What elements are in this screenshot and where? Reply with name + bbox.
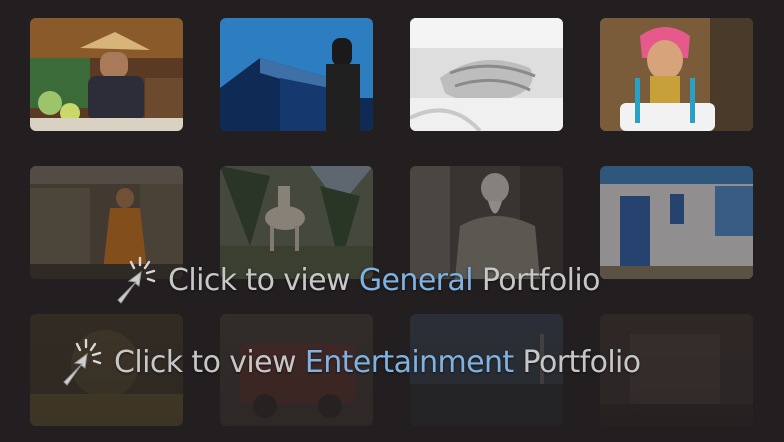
thumbnail-photo xyxy=(410,18,563,131)
thumbnail-photo xyxy=(600,18,753,131)
entertainment-portfolio-label: Click to view Entertainment Portfolio xyxy=(114,345,641,380)
gallery-thumbnail[interactable] xyxy=(600,166,753,279)
gallery-thumbnail[interactable] xyxy=(410,18,563,131)
link-suffix-text: Portfolio xyxy=(472,262,601,298)
gallery-thumbnail[interactable] xyxy=(220,18,373,131)
link-highlight-text: General xyxy=(358,262,474,298)
general-portfolio-link[interactable]: Click to view General Portfolio xyxy=(110,254,600,306)
gallery-thumbnail[interactable] xyxy=(30,18,183,131)
entertainment-portfolio-link[interactable]: Click to view Entertainment Portfolio xyxy=(56,336,641,388)
portfolio-chooser: Click to view General Portfolio Click to… xyxy=(0,0,784,442)
link-suffix-text: Portfolio xyxy=(513,344,642,380)
general-portfolio-label: Click to view General Portfolio xyxy=(168,263,600,298)
click-cursor-icon xyxy=(56,336,110,388)
thumbnail-photo xyxy=(600,166,753,279)
link-highlight-text: Entertainment xyxy=(304,344,514,380)
click-cursor-icon xyxy=(110,254,164,306)
thumbnail-photo xyxy=(30,18,183,131)
link-prefix-text: Click to view xyxy=(114,344,305,380)
thumbnail-photo xyxy=(220,18,373,131)
link-prefix-text: Click to view xyxy=(168,262,359,298)
gallery-thumbnail[interactable] xyxy=(600,18,753,131)
